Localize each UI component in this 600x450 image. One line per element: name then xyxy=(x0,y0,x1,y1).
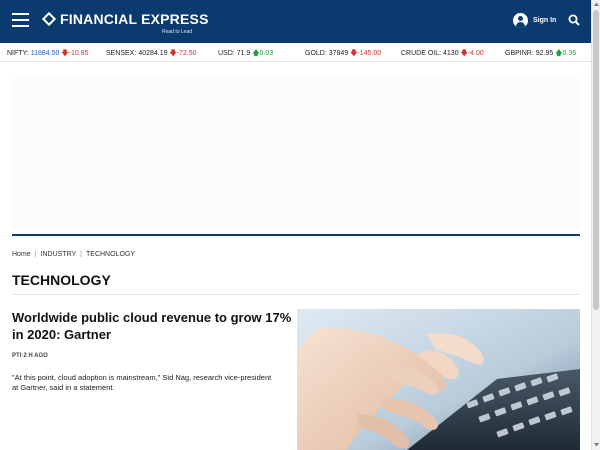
section-divider xyxy=(12,234,580,236)
ad-slot xyxy=(12,78,580,228)
ticker-value: 92.95 xyxy=(535,50,554,57)
ticker-item-gbpinr[interactable]: GBPINR: 92.95 🡅0.36 xyxy=(505,49,576,60)
ticker-change: -4.00 xyxy=(467,50,484,57)
ticker-change: 0.36 xyxy=(562,50,577,57)
sign-in-button[interactable]: Sign In xyxy=(513,13,556,28)
ticker-value: 71.9 xyxy=(236,50,251,57)
ticker-item-sensex[interactable]: SENSEX: 40284.19 🡇-72.50 xyxy=(106,49,197,60)
ticker-name: USD: xyxy=(218,50,235,57)
ticker-change: -72.50 xyxy=(176,50,197,57)
ticker-value: 37849 xyxy=(328,50,349,57)
ticker-value: 40284.19 xyxy=(138,50,168,57)
ticker-value: 4130 xyxy=(443,50,459,57)
ticker-change: -145.00 xyxy=(357,50,382,57)
page-title: TECHNOLOGY xyxy=(12,272,111,288)
article-headline[interactable]: Worldwide public cloud revenue to grow 1… xyxy=(12,309,292,343)
site-logo[interactable]: FINANCIAL EXPRESS Read to Lead xyxy=(41,11,209,35)
breadcrumb-technology[interactable]: TECHNOLOGY xyxy=(86,251,135,258)
arrow-down-icon: 🡇 xyxy=(169,50,177,57)
sign-in-label: Sign In xyxy=(533,17,557,24)
page-scrollbar[interactable] xyxy=(591,0,600,450)
breadcrumb-industry[interactable]: INDUSTRY xyxy=(41,251,77,258)
ticker-name: NIFTY: xyxy=(7,50,29,57)
search-icon[interactable] xyxy=(568,14,580,26)
ticker-name: SENSEX: xyxy=(106,50,137,57)
title-divider xyxy=(12,294,580,295)
market-ticker: NIFTY: 11884.50 🡇-10.85 SENSEX: 40284.19 🡇… xyxy=(0,43,591,62)
article-byline: PTI·2 H AGO xyxy=(12,353,48,359)
article-image[interactable] xyxy=(297,309,580,450)
ticker-value: 11884.50 xyxy=(30,50,60,57)
ticker-name: CRUDE OIL: xyxy=(401,50,442,57)
scroll-up-icon[interactable] xyxy=(593,1,600,8)
ticker-change: 0.03 xyxy=(259,50,274,57)
breadcrumb-separator: | xyxy=(80,251,82,258)
breadcrumb: Home | INDUSTRY | TECHNOLOGY xyxy=(12,251,135,258)
breadcrumb-home[interactable]: Home xyxy=(12,251,31,258)
logo-diamond-icon xyxy=(41,11,57,27)
ticker-item-crude-oil[interactable]: CRUDE OIL: 4130 🡇-4.00 xyxy=(401,49,484,60)
article-summary: "At this point, cloud adoption is mainst… xyxy=(12,373,272,392)
user-icon xyxy=(513,13,528,28)
ticker-item-nifty[interactable]: NIFTY: 11884.50 🡇-10.85 xyxy=(7,49,88,60)
arrow-down-icon: 🡇 xyxy=(460,50,468,57)
arrow-up-icon: 🡅 xyxy=(252,50,260,57)
ticker-name: GOLD: xyxy=(305,50,327,57)
breadcrumb-separator: | xyxy=(34,251,37,258)
hamburger-menu-icon[interactable] xyxy=(12,13,29,27)
site-header: FINANCIAL EXPRESS Read to Lead Sign In xyxy=(0,0,591,43)
logo-brand: FINANCIAL EXPRESS xyxy=(60,11,209,27)
ticker-change: -10.85 xyxy=(68,50,89,57)
logo-tagline: Read to Lead xyxy=(162,29,193,35)
scroll-down-icon[interactable] xyxy=(593,441,600,448)
scrollbar-thumb[interactable] xyxy=(593,10,599,310)
keyboard-hands-photo xyxy=(297,309,580,450)
ticker-name: GBPINR: xyxy=(505,50,534,57)
arrow-down-icon: 🡇 xyxy=(61,50,69,57)
ticker-item-gold[interactable]: GOLD: 37849 🡇-145.00 xyxy=(305,49,381,60)
ticker-item-usd[interactable]: USD: 71.9 🡅0.03 xyxy=(218,49,273,60)
